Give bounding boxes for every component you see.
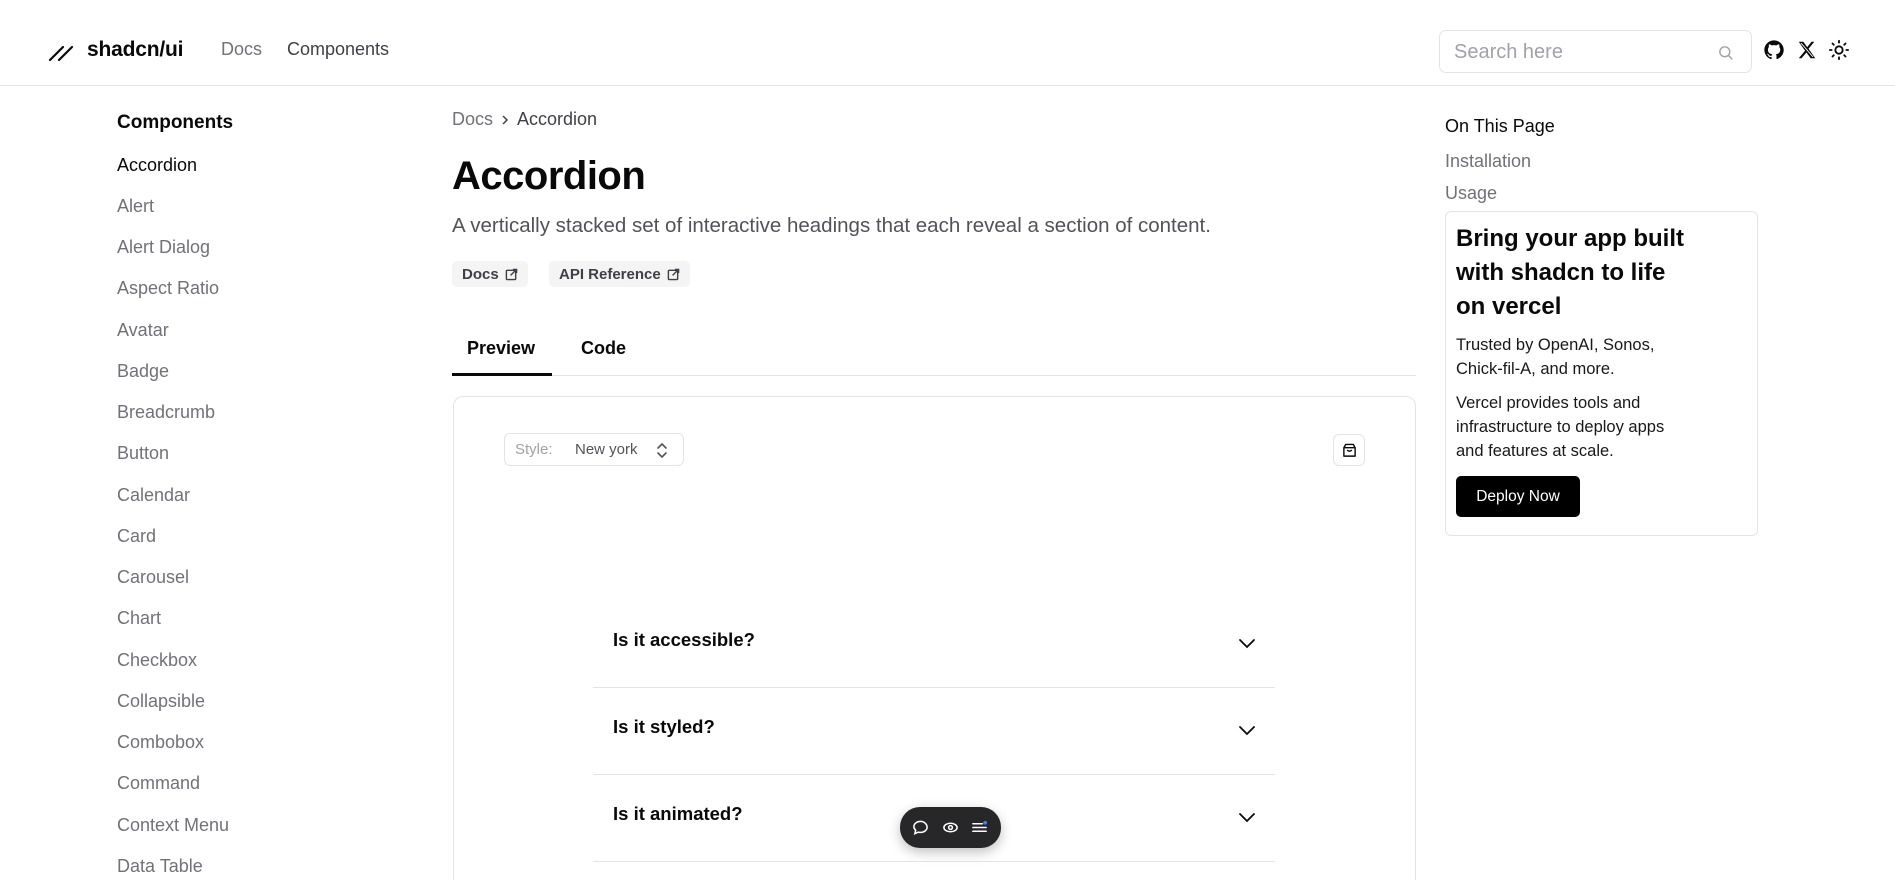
external-link-icon [667,268,680,280]
promo-trusted-text: Trusted by OpenAI, Sonos, Chick-fil-A, a… [1456,336,1655,378]
sidebar-item-alert[interactable]: Alert [117,196,154,217]
breadcrumb-current: Accordion [517,109,598,129]
sidebar-item-calendar[interactable]: Calendar [117,485,190,506]
style-select-value: New york [575,441,638,458]
x-icon[interactable] [1796,39,1818,61]
accordion-item[interactable]: Is it styled? [593,688,1275,775]
sidebar-title: Components [117,112,234,133]
toc-link-usage[interactable]: Usage [1445,183,1497,204]
accordion-trigger[interactable]: Is it accessible? [613,629,755,651]
search-box[interactable] [1439,30,1752,73]
sidebar-item-chart[interactable]: Chart [117,608,161,629]
tab-code[interactable]: Code [581,338,626,359]
promo-headline: Bring your app built with shadcn to life… [1456,225,1684,320]
docs-badge-label: Docs [462,265,499,283]
comment-icon[interactable] [912,819,929,836]
search-input[interactable] [1454,39,1704,65]
accordion-item[interactable]: Is it accessible? [593,601,1275,688]
nav-docs-link[interactable]: Docs [221,39,262,60]
sidebar-item-alert-dialog[interactable]: Alert Dialog [117,237,210,258]
logo-icon[interactable] [48,36,74,62]
sidebar-item-card[interactable]: Card [117,526,156,547]
sidebar-item-button[interactable]: Button [117,443,169,464]
github-icon[interactable] [1763,39,1785,61]
toc-link-installation[interactable]: Installation [1445,151,1531,172]
page-description: A vertically stacked set of interactive … [452,214,1211,237]
breadcrumb: Docs Accordion [452,109,597,130]
style-select[interactable]: Style: New york [504,433,684,466]
deploy-now-button[interactable]: Deploy Now [1456,476,1580,517]
breadcrumb-docs-link[interactable]: Docs [452,109,493,130]
toc-title: On This Page [1445,116,1555,136]
chevron-right-icon [502,114,509,125]
open-in-new-window-button[interactable] [1333,434,1365,466]
api-reference-badge-label: API Reference [559,265,661,283]
sidebar-item-carousel[interactable]: Carousel [117,567,189,588]
top-header: shadcn/ui Docs Components [0,0,1895,86]
brand-name[interactable]: shadcn/ui [87,38,183,62]
accordion-trigger[interactable]: Is it styled? [613,716,715,738]
sidebar-item-breadcrumb[interactable]: Breadcrumb [117,402,215,423]
tab-preview[interactable]: Preview [467,338,535,359]
vercel-promo-card: Bring your app built with shadcn to life… [1445,211,1758,536]
chevron-down-icon [1239,813,1255,823]
docs-badge-link[interactable]: Docs [452,261,528,287]
sun-icon[interactable] [1828,39,1850,61]
accordion-trigger[interactable]: Is it animated? [613,803,743,825]
style-select-label: Style: [515,441,553,458]
active-tab-indicator [452,373,552,376]
sidebar-item-combobox[interactable]: Combobox [117,732,204,753]
tabs-divider [452,375,1416,376]
eye-icon[interactable] [942,819,959,836]
package-icon [1343,443,1356,457]
nav-components-link[interactable]: Components [287,39,389,60]
floating-toolbar [900,807,1001,848]
search-icon [1719,46,1733,60]
sidebar-item-accordion[interactable]: Accordion [117,155,197,176]
sidebar-item-context-menu[interactable]: Context Menu [117,815,229,836]
sidebar-item-badge[interactable]: Badge [117,361,169,382]
menu-icon[interactable] [971,819,988,836]
chevron-down-icon [1239,726,1255,736]
sidebar-item-command[interactable]: Command [117,773,200,794]
sidebar-item-avatar[interactable]: Avatar [117,320,169,341]
external-link-icon [505,268,517,280]
sidebar-item-aspect-ratio[interactable]: Aspect Ratio [117,278,219,299]
page-title: Accordion [452,154,646,198]
sidebar-item-checkbox[interactable]: Checkbox [117,650,197,671]
sidebar-item-data-table[interactable]: Data Table [117,856,203,877]
sidebar-item-collapsible[interactable]: Collapsible [117,691,205,712]
api-reference-badge-link[interactable]: API Reference [549,261,690,287]
chevron-down-icon [1239,639,1255,649]
chevrons-up-down-icon [657,442,667,459]
promo-body-text: Vercel provides tools and infrastructure… [1456,394,1665,460]
